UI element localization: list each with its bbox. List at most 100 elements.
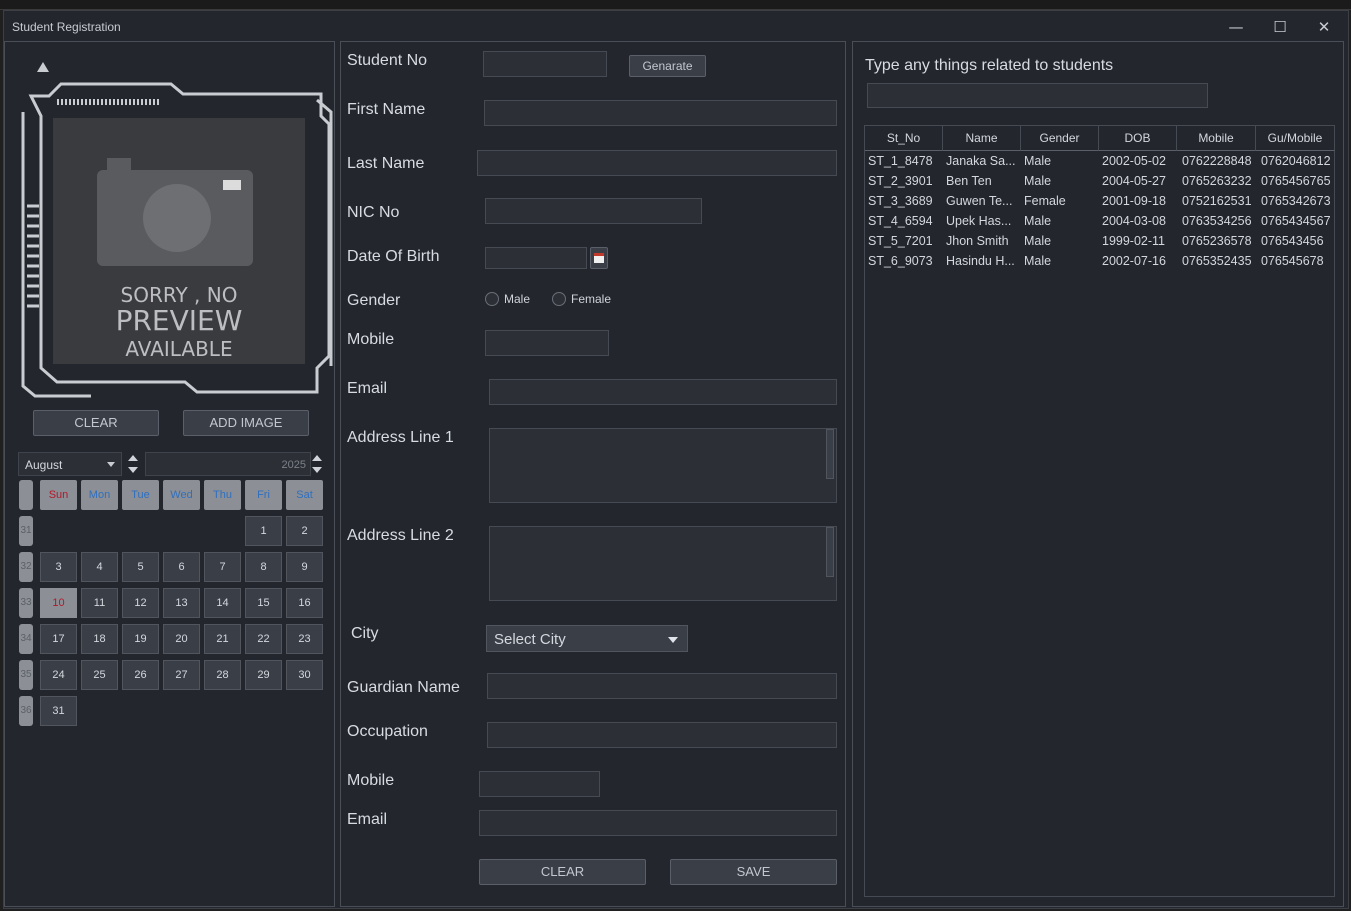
clear-form-button[interactable]: CLEAR bbox=[479, 859, 646, 885]
email-input[interactable] bbox=[489, 379, 837, 405]
table-cell: Ben Ten bbox=[946, 174, 992, 188]
search-label: Type any things related to students bbox=[865, 57, 1114, 74]
table-cell: 1999-02-11 bbox=[1102, 234, 1166, 248]
date-picker-button[interactable] bbox=[590, 247, 608, 269]
address1-textarea[interactable] bbox=[489, 428, 837, 503]
dob-input[interactable] bbox=[485, 247, 587, 269]
spin-up-icon[interactable] bbox=[128, 455, 138, 461]
weekday-header: Sat bbox=[286, 480, 323, 510]
week-number-header bbox=[19, 480, 33, 510]
close-icon[interactable]: ✕ bbox=[1310, 16, 1338, 38]
occupation-input[interactable] bbox=[487, 722, 837, 748]
year-spinner[interactable] bbox=[311, 453, 323, 475]
calendar-day[interactable]: 16 bbox=[286, 588, 323, 618]
last-name-input[interactable] bbox=[477, 150, 837, 176]
mobile-label: Mobile bbox=[347, 331, 395, 348]
calendar-day[interactable]: 14 bbox=[204, 588, 241, 618]
calendar-day[interactable]: 31 bbox=[40, 696, 77, 726]
city-select[interactable]: Select City bbox=[486, 625, 688, 652]
save-button[interactable]: SAVE bbox=[670, 859, 837, 885]
address1-label: Address Line 1 bbox=[347, 429, 454, 446]
gender-label: Gender bbox=[347, 292, 401, 309]
search-input[interactable] bbox=[867, 83, 1208, 108]
calendar-day[interactable]: 7 bbox=[204, 552, 241, 582]
table-cell: 076543456 bbox=[1261, 234, 1324, 248]
nic-label: NIC No bbox=[347, 204, 400, 221]
column-header[interactable]: Gender bbox=[1021, 126, 1099, 151]
table-row[interactable]: ST_5_7201 Jhon Smith Male 1999-02-11 0765236… bbox=[865, 231, 1335, 251]
guardian-email-input[interactable] bbox=[479, 810, 837, 836]
table-row[interactable]: ST_4_6594 Upek Has... Male 2004-03-08 076353… bbox=[865, 211, 1335, 231]
calendar-day[interactable]: 24 bbox=[40, 660, 77, 690]
year-field[interactable]: 2025 bbox=[145, 452, 311, 476]
table-cell: 2004-05-27 bbox=[1102, 174, 1166, 188]
calendar-day[interactable]: 21 bbox=[204, 624, 241, 654]
calendar-day[interactable]: 3 bbox=[40, 552, 77, 582]
minimize-icon[interactable]: — bbox=[1222, 16, 1250, 38]
maximize-icon[interactable]: ☐ bbox=[1266, 16, 1294, 38]
calendar-day[interactable]: 20 bbox=[163, 624, 200, 654]
nic-input[interactable] bbox=[485, 198, 702, 224]
month-spinner[interactable] bbox=[127, 453, 139, 475]
calendar-day[interactable]: 28 bbox=[204, 660, 241, 690]
address2-textarea[interactable] bbox=[489, 526, 837, 601]
calendar-day[interactable]: 25 bbox=[81, 660, 118, 690]
calendar-day[interactable]: 19 bbox=[122, 624, 159, 654]
column-header[interactable]: DOB bbox=[1099, 126, 1177, 151]
weekday-header: Fri bbox=[245, 480, 282, 510]
calendar-day[interactable]: 6 bbox=[163, 552, 200, 582]
gender-male-radio[interactable]: Male bbox=[485, 292, 530, 306]
clear-image-button[interactable]: CLEAR bbox=[33, 410, 159, 436]
guardian-mobile-input[interactable] bbox=[479, 771, 600, 797]
calendar-day[interactable]: 2 bbox=[286, 516, 323, 546]
table-row[interactable]: ST_2_3901 Ben Ten Male 2004-05-27 0765263232… bbox=[865, 171, 1335, 191]
students-table[interactable]: St_No Name Gender DOB Mobile Gu/Mobile ST_1_8… bbox=[864, 125, 1335, 897]
calendar-day[interactable]: 1 bbox=[245, 516, 282, 546]
radio-icon bbox=[485, 292, 499, 306]
address2-scrollbar[interactable] bbox=[826, 527, 834, 577]
first-name-label: First Name bbox=[347, 101, 426, 118]
gender-female-radio[interactable]: Female bbox=[552, 292, 611, 306]
column-header[interactable]: Name bbox=[943, 126, 1021, 151]
column-header[interactable]: Gu/Mobile bbox=[1256, 126, 1335, 151]
column-header[interactable]: Mobile bbox=[1177, 126, 1256, 151]
calendar-day[interactable]: 18 bbox=[81, 624, 118, 654]
gender-female-label: Female bbox=[571, 292, 612, 306]
table-row[interactable]: ST_1_8478 Janaka Sa... Male 2002-05-02 07622… bbox=[865, 151, 1335, 171]
calendar-day[interactable]: 11 bbox=[81, 588, 118, 618]
calendar-day[interactable]: 30 bbox=[286, 660, 323, 690]
week-number: 32 bbox=[19, 552, 33, 582]
calendar-day[interactable]: 12 bbox=[122, 588, 159, 618]
calendar-day[interactable]: 5 bbox=[122, 552, 159, 582]
calendar-day[interactable]: 9 bbox=[286, 552, 323, 582]
calendar-day[interactable]: 26 bbox=[122, 660, 159, 690]
table-cell: 2004-03-08 bbox=[1102, 214, 1166, 228]
calendar-day[interactable]: 27 bbox=[163, 660, 200, 690]
calendar-day[interactable]: 10 bbox=[40, 588, 77, 618]
calendar-day[interactable]: 23 bbox=[286, 624, 323, 654]
calendar-day[interactable]: 4 bbox=[81, 552, 118, 582]
week-number: 35 bbox=[19, 660, 33, 690]
add-image-button[interactable]: ADD IMAGE bbox=[183, 410, 309, 436]
calendar-day[interactable]: 13 bbox=[163, 588, 200, 618]
generate-button[interactable]: Genarate bbox=[629, 55, 706, 77]
mobile-input[interactable] bbox=[485, 330, 609, 356]
table-cell: Jhon Smith bbox=[946, 234, 1009, 248]
calendar-day[interactable]: 17 bbox=[40, 624, 77, 654]
spin-down-icon[interactable] bbox=[128, 467, 138, 473]
chevron-down-icon bbox=[107, 462, 115, 467]
calendar-day[interactable]: 15 bbox=[245, 588, 282, 618]
calendar-day[interactable]: 22 bbox=[245, 624, 282, 654]
table-row[interactable]: ST_3_3689 Guwen Te... Female 2001-09-18 0752… bbox=[865, 191, 1335, 211]
table-row[interactable]: ST_6_9073 Hasindu H... Male 2002-07-16 07653… bbox=[865, 251, 1335, 271]
student-no-input[interactable] bbox=[483, 51, 607, 77]
calendar-day[interactable]: 8 bbox=[245, 552, 282, 582]
first-name-input[interactable] bbox=[484, 100, 837, 126]
spin-down-icon[interactable] bbox=[312, 467, 322, 473]
month-select[interactable]: August bbox=[18, 452, 122, 476]
guardian-name-input[interactable] bbox=[487, 673, 837, 699]
address1-scrollbar[interactable] bbox=[826, 429, 834, 479]
column-header[interactable]: St_No bbox=[865, 126, 943, 151]
calendar-day[interactable]: 29 bbox=[245, 660, 282, 690]
spin-up-icon[interactable] bbox=[312, 455, 322, 461]
